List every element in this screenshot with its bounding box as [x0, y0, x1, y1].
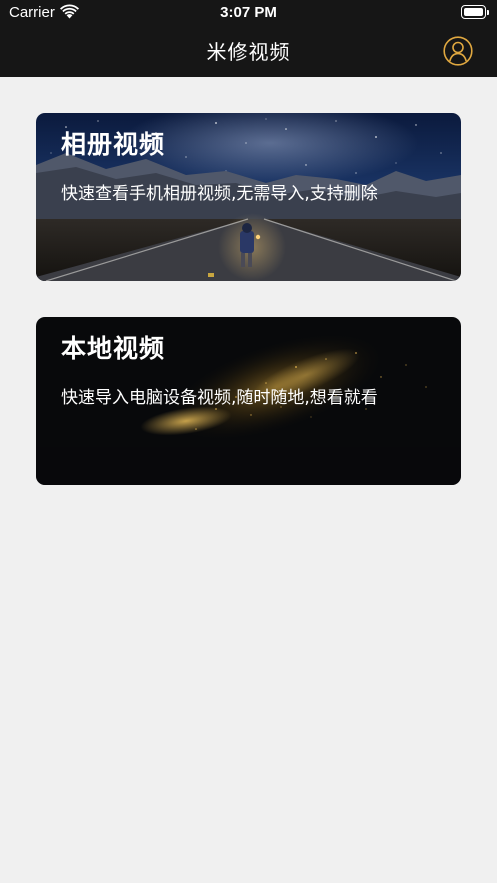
local-videos-card[interactable]: 本地视频 快速导入电脑设备视频,随时随地,想看就看	[36, 317, 461, 485]
album-videos-description: 快速查看手机相册视频,无需导入,支持删除	[61, 184, 378, 204]
battery-icon	[461, 5, 489, 19]
top-bar: Carrier 3:07 PM 米修视频	[0, 0, 497, 77]
status-time: 3:07 PM	[220, 4, 277, 21]
local-videos-description: 快速导入电脑设备视频,随时随地,想看就看	[61, 388, 378, 408]
nav-title: 米修视频	[206, 40, 291, 64]
local-videos-title: 本地视频	[61, 334, 166, 363]
status-bar: Carrier 3:07 PM	[0, 0, 497, 26]
album-videos-card[interactable]: 相册视频 快速查看手机相册视频,无需导入,支持删除	[36, 113, 461, 281]
album-videos-title: 相册视频	[61, 130, 166, 159]
user-profile-icon[interactable]	[443, 36, 473, 66]
